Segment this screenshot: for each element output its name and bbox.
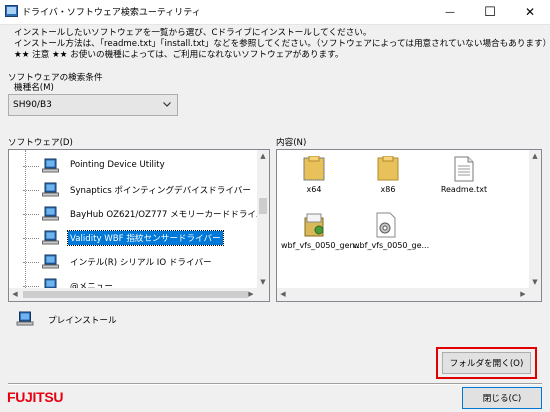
software-label: ソフトウェア(D) bbox=[8, 138, 73, 148]
text-file-icon bbox=[454, 156, 474, 182]
laptop-icon bbox=[42, 182, 59, 197]
maximize-icon: ☐ bbox=[484, 4, 496, 20]
minimize-icon: — bbox=[445, 6, 455, 18]
software-item-pointing-device-utility[interactable]: Pointing Device Utility bbox=[23, 154, 255, 178]
folder-icon bbox=[303, 156, 325, 181]
close-icon: ✕ bbox=[524, 5, 536, 19]
minimize-button[interactable]: — bbox=[430, 0, 470, 24]
horizontal-scrollbar[interactable]: ◀ ▶ bbox=[9, 288, 269, 301]
software-item-label: Pointing Device Utility bbox=[70, 160, 165, 170]
model-name-label: 機種名(M) bbox=[14, 83, 54, 93]
scroll-right-icon[interactable]: ▶ bbox=[245, 288, 257, 300]
horizontal-scrollbar[interactable]: ◀ ▶ bbox=[277, 288, 541, 301]
maximize-button[interactable]: ☐ bbox=[470, 0, 510, 24]
vertical-scrollbar[interactable]: ▲ ▼ bbox=[257, 150, 269, 288]
software-item-label: BayHub OZ621/OZ777 メモリーカードドライバー bbox=[70, 210, 270, 220]
title-bar[interactable]: ドライバ・ソフトウェア検索ユーティリティ — ☐ ✕ bbox=[0, 0, 550, 25]
tree-connector bbox=[23, 214, 39, 215]
software-item-intel-serial-io[interactable]: インテル(R) シリアル IO ドライバー bbox=[23, 250, 255, 274]
chevron-down-icon bbox=[163, 102, 171, 107]
divider bbox=[8, 383, 542, 385]
software-item-synaptics[interactable]: Synaptics ポインティングデバイスドライバー bbox=[23, 178, 255, 202]
laptop-icon bbox=[42, 230, 59, 245]
scroll-thumb[interactable] bbox=[23, 291, 248, 298]
laptop-icon bbox=[42, 158, 59, 173]
tree-connector bbox=[23, 166, 39, 167]
scroll-right-icon[interactable]: ▶ bbox=[517, 288, 529, 300]
file-item-x86[interactable]: x86 bbox=[355, 156, 421, 212]
scroll-thumb[interactable] bbox=[259, 198, 267, 214]
file-name: x64 bbox=[306, 185, 322, 194]
model-name-select[interactable]: SH90/B3 bbox=[8, 94, 178, 116]
software-item-label: Validity WBF 指紋センサードライバー bbox=[67, 230, 224, 246]
fujitsu-logo: FUJITSU bbox=[7, 389, 64, 405]
laptop-icon bbox=[16, 311, 34, 326]
file-item-wbf-installer[interactable]: wbf_vfs_0050_gen... bbox=[281, 212, 363, 268]
instruction-line: ★★ 注意 ★★ お使いの機種によっては、ご利用になれないソフトウェアがあります… bbox=[14, 50, 344, 60]
software-item-validity-wbf[interactable]: Validity WBF 指紋センサードライバー bbox=[23, 226, 255, 250]
laptop-icon bbox=[42, 206, 59, 221]
contents-panel[interactable]: x64 x86 Readme.txt wbf_vfs_0050_gen... w… bbox=[276, 149, 542, 302]
file-item-wbf-config[interactable]: wbf_vfs_0050_ge... bbox=[353, 212, 430, 268]
scroll-left-icon[interactable]: ◀ bbox=[9, 288, 21, 300]
app-icon bbox=[5, 5, 18, 17]
tree-connector bbox=[23, 262, 39, 263]
window-title: ドライバ・ソフトウェア検索ユーティリティ bbox=[22, 8, 201, 18]
setup-package-icon bbox=[304, 213, 324, 237]
vertical-scrollbar[interactable]: ▲ ▼ bbox=[529, 150, 541, 288]
file-name: Readme.txt bbox=[440, 185, 488, 194]
tree-connector bbox=[23, 238, 39, 239]
tree-connector bbox=[23, 286, 39, 287]
model-name-value: SH90/B3 bbox=[13, 100, 52, 110]
close-window-button[interactable]: ✕ bbox=[510, 0, 550, 24]
file-item-readme[interactable]: Readme.txt bbox=[431, 156, 497, 212]
file-name: wbf_vfs_0050_gen... bbox=[281, 241, 363, 250]
settings-file-icon bbox=[376, 212, 396, 238]
preinstall-label: プレインストール bbox=[48, 316, 117, 326]
laptop-icon bbox=[42, 254, 59, 269]
open-folder-button[interactable]: フォルダを開く(O) bbox=[442, 352, 531, 374]
file-item-x64[interactable]: x64 bbox=[281, 156, 347, 212]
scroll-down-icon[interactable]: ▼ bbox=[529, 276, 541, 288]
instruction-line: インストールしたいソフトウェアを一覧から選び、Cドライブにインストールしてくださ… bbox=[14, 28, 372, 38]
scroll-down-icon[interactable]: ▼ bbox=[257, 276, 269, 288]
scroll-up-icon[interactable]: ▲ bbox=[529, 150, 541, 162]
instruction-line: インストール方法は、「readme.txt」「install.txt」などを参照… bbox=[14, 39, 550, 49]
file-name: wbf_vfs_0050_ge... bbox=[353, 241, 430, 250]
scroll-left-icon[interactable]: ◀ bbox=[277, 288, 289, 300]
instructions: インストールしたいソフトウェアを一覧から選び、Cドライブにインストールしてくださ… bbox=[14, 28, 550, 61]
software-item-label: インテル(R) シリアル IO ドライバー bbox=[70, 258, 212, 268]
software-item-bayhub[interactable]: BayHub OZ621/OZ777 メモリーカードドライバー bbox=[23, 202, 269, 226]
tree-connector bbox=[23, 190, 39, 191]
scroll-up-icon[interactable]: ▲ bbox=[257, 150, 269, 162]
close-button[interactable]: 閉じる(C) bbox=[462, 387, 542, 409]
file-name: x86 bbox=[380, 185, 396, 194]
software-tree-list[interactable]: Pointing Device Utility Synaptics ポインティン… bbox=[8, 149, 270, 302]
folder-icon bbox=[377, 156, 399, 181]
contents-label: 内容(N) bbox=[276, 138, 307, 148]
software-item-label: Synaptics ポインティングデバイスドライバー bbox=[70, 186, 251, 196]
